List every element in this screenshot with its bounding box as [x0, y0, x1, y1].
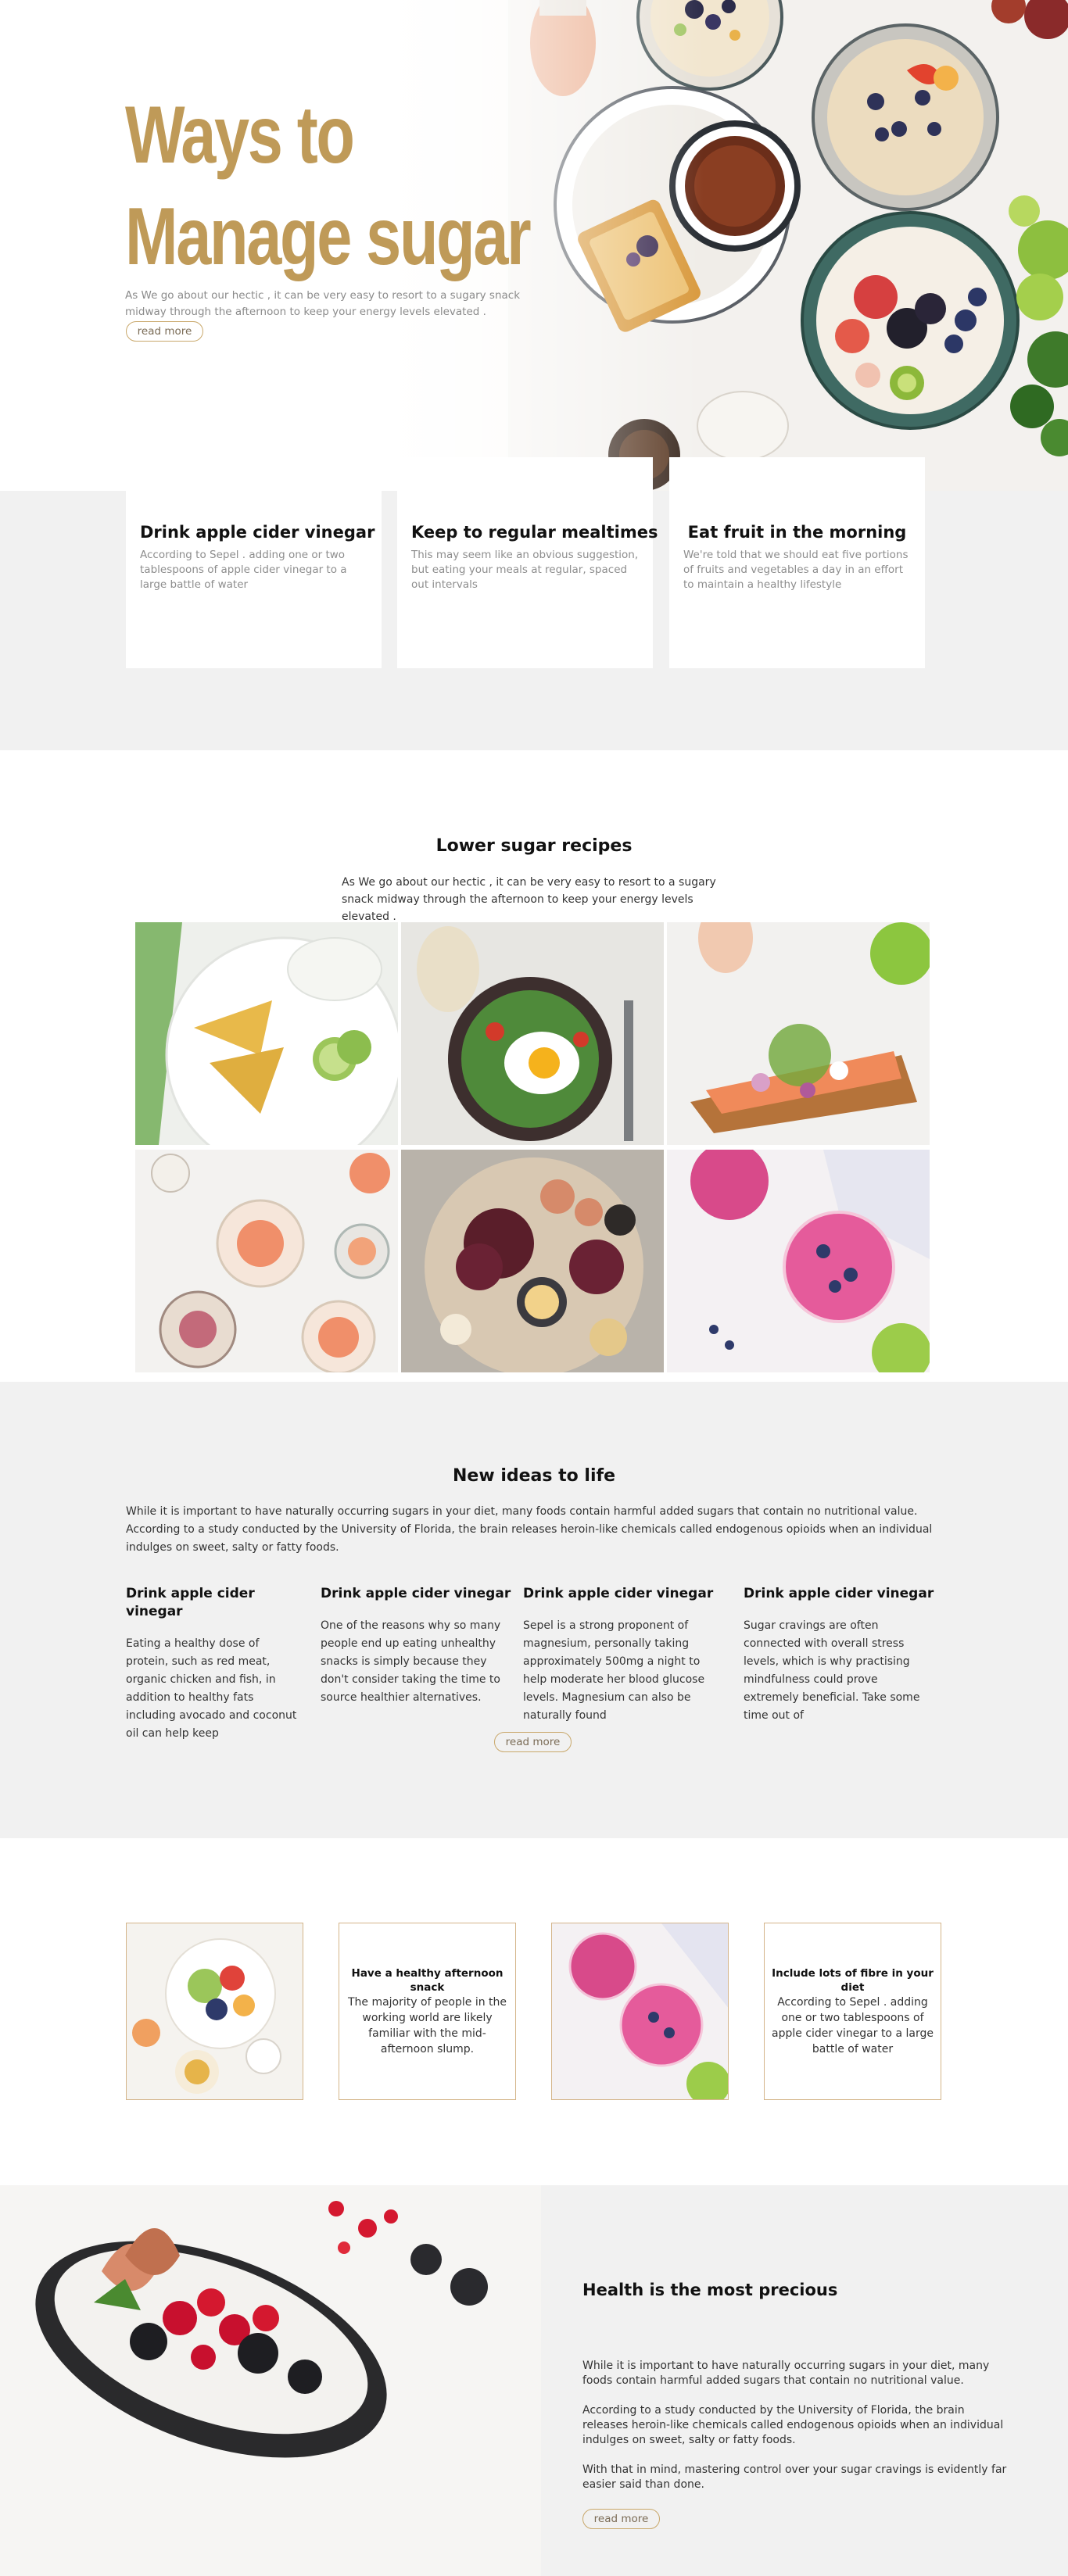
idea-column-text: Sugar cravings are often connected with … — [744, 1619, 920, 1722]
feature-card-text: This may seem like an obvious suggestion… — [411, 549, 639, 591]
hero-read-more-button[interactable]: read more — [126, 321, 203, 342]
idea-column-text: One of the reasons why so many people en… — [321, 1619, 501, 1704]
tile-image-brunch[interactable] — [126, 1923, 303, 2100]
feature-card-title: Drink apple cider vinegar — [140, 523, 375, 542]
health-panel: Health is the most precious While it is … — [541, 2185, 1068, 2576]
feature-card-text: According to Sepel . adding one or two t… — [140, 549, 347, 591]
ideas-read-more-button[interactable]: read more — [494, 1732, 572, 1752]
feature-card: Eat fruit in the morning We're told that… — [669, 457, 925, 668]
health-paragraph-2: According to a study conducted by the Un… — [582, 2404, 1004, 2446]
recipe-image-quesadilla[interactable] — [135, 922, 398, 1145]
feature-card-title: Keep to regular mealtimes — [411, 523, 658, 542]
idea-column-text: Eating a healthy dose of protein, such a… — [126, 1637, 297, 1740]
ideas-title: New ideas to life — [453, 1466, 615, 1486]
ideas-section: New ideas to life While it is important … — [0, 1382, 1068, 1838]
idea-column: Drink apple cider vinegar Eating a healt… — [126, 1585, 298, 1743]
idea-column: Drink apple cider vinegar Sepel is a str… — [523, 1585, 722, 1725]
recipe-image-salmon-toast[interactable] — [667, 922, 930, 1145]
idea-column-title: Drink apple cider vinegar — [744, 1586, 934, 1601]
hero-title-line2: Manage sugar — [125, 191, 532, 282]
health-paragraph-3: With that in mind, mastering control ove… — [582, 2463, 1007, 2491]
tile-image-berry-drinks[interactable] — [551, 1923, 729, 2100]
recipe-image-fig-plates[interactable] — [135, 1150, 398, 1372]
idea-column-title: Drink apple cider vinegar — [523, 1586, 714, 1601]
tile-text: According to Sepel . adding one or two t… — [772, 1995, 934, 2055]
recipe-image-egg-salad[interactable] — [401, 922, 664, 1145]
idea-column: Drink apple cider vinegar One of the rea… — [321, 1585, 512, 1707]
health-read-more-button[interactable]: read more — [582, 2509, 660, 2529]
feature-card: Drink apple cider vinegar According to S… — [126, 457, 382, 668]
health-paragraph-1: While it is important to have naturally … — [582, 2360, 990, 2387]
hero-title-line1: Ways to — [125, 90, 355, 181]
hero-subtitle: As We go about our hectic , it can be ve… — [125, 289, 521, 318]
feature-card-title: Eat fruit in the morning — [687, 523, 907, 542]
health-image — [0, 2185, 541, 2576]
tile-text: The majority of people in the working wo… — [347, 1995, 507, 2055]
recipe-image-cheese-board[interactable] — [401, 1150, 664, 1372]
ideas-intro: While it is important to have naturally … — [126, 1505, 933, 1554]
recipe-image-berry-drinks[interactable] — [667, 1150, 930, 1372]
idea-column-text: Sepel is a strong proponent of magnesium… — [523, 1619, 705, 1722]
idea-column-title: Drink apple cider vinegar — [321, 1586, 511, 1601]
hero-section: Ways to Manage sugar As We go about our … — [0, 0, 1068, 491]
recipes-subtitle: As We go about our hectic , it can be ve… — [342, 876, 716, 923]
tile-fibre: Include lots of fibre in your diet Accor… — [764, 1923, 941, 2100]
tile-afternoon-snack: Have a healthy afternoon snack The major… — [339, 1923, 516, 2100]
recipes-section: Lower sugar recipes As We go about our h… — [0, 750, 1068, 1382]
recipes-title: Lower sugar recipes — [435, 836, 633, 856]
feature-card-text: We're told that we should eat five porti… — [683, 549, 909, 591]
idea-column-title: Drink apple cider vinegar — [126, 1586, 255, 1619]
idea-column: Drink apple cider vinegar Sugar cravings… — [744, 1585, 935, 1725]
tile-title: Have a healthy afternoon snack — [351, 1966, 504, 1994]
feature-card: Keep to regular mealtimes This may seem … — [397, 457, 658, 668]
health-title: Health is the most precious — [582, 2281, 838, 2299]
tile-title: Include lots of fibre in your diet — [772, 1966, 934, 1994]
